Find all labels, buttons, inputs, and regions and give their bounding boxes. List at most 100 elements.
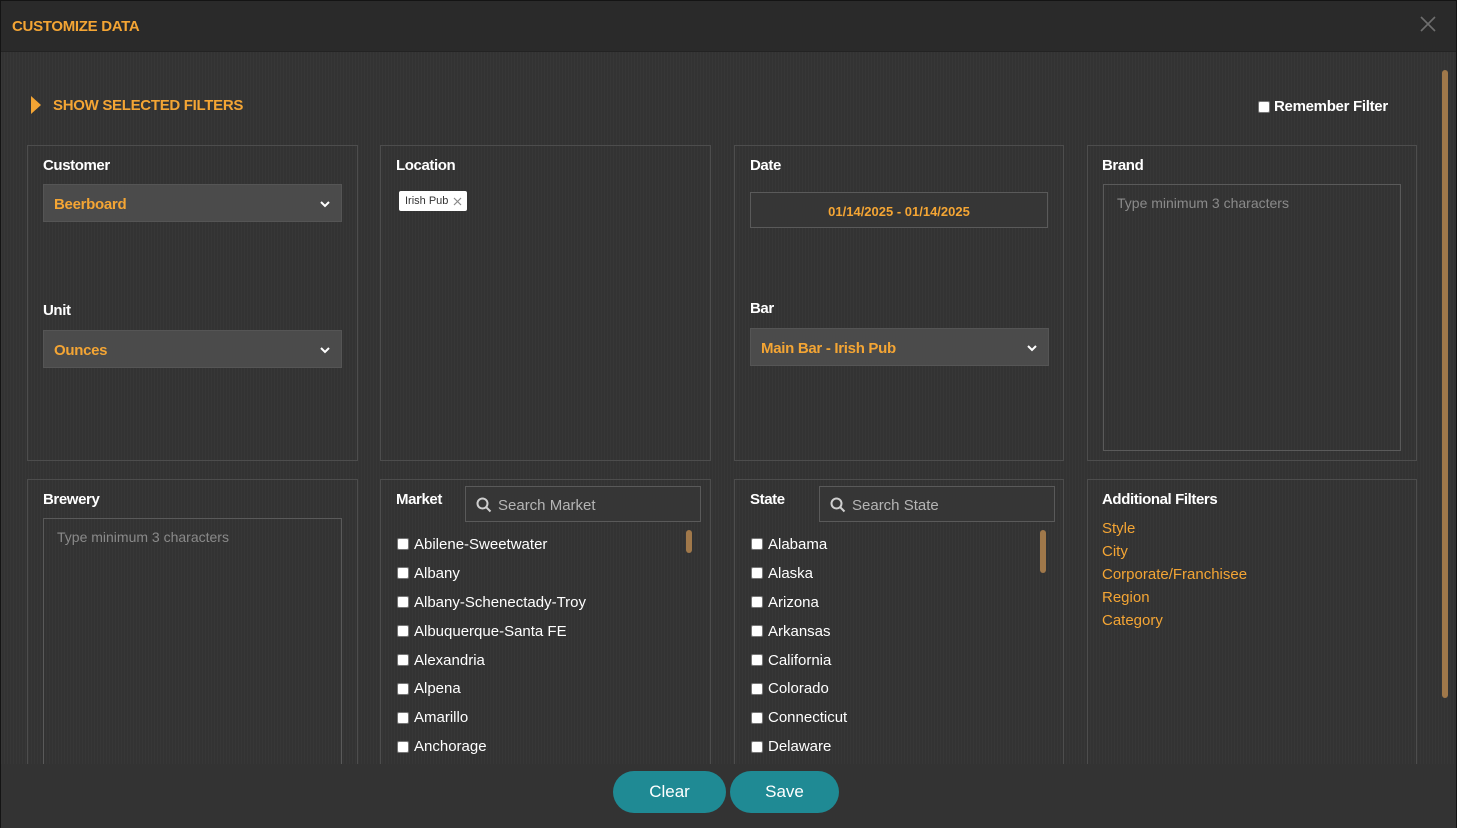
market-checkbox[interactable] xyxy=(397,567,409,580)
state-checkbox[interactable] xyxy=(751,625,763,638)
chevron-down-icon xyxy=(1027,345,1037,352)
list-item[interactable]: Albuquerque-Santa FE xyxy=(397,617,586,646)
list-item[interactable]: Arkansas xyxy=(751,617,847,646)
market-item-label: Alpena xyxy=(414,680,461,698)
remember-filter[interactable]: Remember Filter xyxy=(1258,98,1388,115)
unit-select[interactable]: Ounces xyxy=(43,330,342,368)
state-checkbox[interactable] xyxy=(751,538,763,551)
show-selected-filters-toggle[interactable]: SHOW SELECTED FILTERS xyxy=(31,96,243,114)
brand-title: Brand xyxy=(1102,157,1144,174)
date-bar-panel: Date 01/14/2025 - 01/14/2025 Bar Main Ba… xyxy=(734,145,1064,461)
brewery-panel: Brewery Type minimum 3 characters xyxy=(27,479,358,779)
modal-footer xyxy=(1,764,1456,828)
market-item-label: Amarillo xyxy=(414,709,469,727)
list-item[interactable]: Alabama xyxy=(751,530,847,559)
list-item[interactable]: Connecticut xyxy=(751,703,847,732)
list-item[interactable]: Alexandria xyxy=(397,646,586,675)
market-checkbox[interactable] xyxy=(397,596,409,609)
market-scrollbar[interactable] xyxy=(686,530,692,553)
state-checkbox[interactable] xyxy=(751,711,763,724)
market-list: Abilene-Sweetwater Albany Albany-Schenec… xyxy=(397,530,586,761)
remove-chip-icon[interactable] xyxy=(453,197,462,206)
caret-right-icon xyxy=(31,96,41,114)
state-item-label: Colorado xyxy=(768,680,829,698)
modal-header: CUSTOMIZE DATA xyxy=(1,1,1456,52)
market-title: Market xyxy=(396,491,442,508)
date-range-value: 01/14/2025 - 01/14/2025 xyxy=(828,204,970,219)
brand-input[interactable]: Type minimum 3 characters xyxy=(1103,184,1401,451)
market-item-label: Abilene-Sweetwater xyxy=(414,535,548,553)
additional-filters-panel: Additional Filters Style City Corporate/… xyxy=(1087,479,1417,779)
state-checkbox[interactable] xyxy=(751,596,763,609)
additional-filters-title: Additional Filters xyxy=(1102,491,1218,508)
state-item-label: Connecticut xyxy=(768,709,848,727)
market-item-label: Albany-Schenectady-Troy xyxy=(414,593,587,611)
list-item[interactable]: Amarillo xyxy=(397,703,586,732)
state-item-label: Arizona xyxy=(768,593,819,611)
state-search-placeholder: Search State xyxy=(852,497,939,514)
chevron-down-icon xyxy=(320,347,330,354)
list-item[interactable]: Colorado xyxy=(751,674,847,703)
list-item[interactable]: Albany-Schenectady-Troy xyxy=(397,588,586,617)
save-button[interactable]: Save xyxy=(730,771,839,813)
list-item[interactable]: Abilene-Sweetwater xyxy=(397,530,586,559)
bar-select[interactable]: Main Bar - Irish Pub xyxy=(750,328,1049,366)
market-checkbox[interactable] xyxy=(397,740,409,753)
close-icon[interactable] xyxy=(1418,14,1438,34)
market-item-label: Alexandria xyxy=(414,651,485,669)
customize-data-modal: CUSTOMIZE DATA SHOW SELECTED FILTERS Rem… xyxy=(0,0,1457,828)
list-item[interactable]: Alpena xyxy=(397,674,586,703)
filter-link-city[interactable]: City xyxy=(1102,543,1247,566)
state-title: State xyxy=(750,491,785,508)
state-item-label: Alabama xyxy=(768,535,828,553)
brand-panel: Brand Type minimum 3 characters xyxy=(1087,145,1417,461)
bar-title: Bar xyxy=(750,300,774,317)
clear-button[interactable]: Clear xyxy=(613,771,726,813)
modal-title: CUSTOMIZE DATA xyxy=(12,18,140,35)
list-item[interactable]: Alaska xyxy=(751,559,847,588)
remember-filter-checkbox[interactable] xyxy=(1258,100,1270,113)
brewery-title: Brewery xyxy=(43,491,100,508)
brewery-input[interactable]: Type minimum 3 characters xyxy=(43,518,342,778)
date-title: Date xyxy=(750,157,781,174)
search-icon xyxy=(830,497,846,513)
list-item[interactable]: Delaware xyxy=(751,732,847,761)
state-checkbox[interactable] xyxy=(751,654,763,666)
brewery-placeholder: Type minimum 3 characters xyxy=(57,529,229,545)
location-chip: Irish Pub xyxy=(399,191,468,211)
market-checkbox[interactable] xyxy=(397,625,409,638)
search-icon xyxy=(476,497,492,513)
state-search-input[interactable]: Search State xyxy=(819,486,1055,522)
list-item[interactable]: Albany xyxy=(397,559,586,588)
location-chip-label: Irish Pub xyxy=(405,195,449,207)
state-list: Alabama Alaska Arizona Arkansas Californ… xyxy=(751,530,847,761)
filter-link-style[interactable]: Style xyxy=(1102,520,1247,543)
filter-link-corporate-franchisee[interactable]: Corporate/Franchisee xyxy=(1102,566,1247,589)
location-title: Location xyxy=(396,157,456,174)
market-item-label: Anchorage xyxy=(414,738,487,756)
date-range-input[interactable]: 01/14/2025 - 01/14/2025 xyxy=(750,192,1048,228)
filter-link-category[interactable]: Category xyxy=(1102,612,1247,635)
market-item-label: Albuquerque-Santa FE xyxy=(414,622,567,640)
list-item[interactable]: Anchorage xyxy=(397,732,586,761)
location-panel: Location Irish Pub xyxy=(380,145,711,461)
market-checkbox[interactable] xyxy=(397,711,409,724)
customer-title: Customer xyxy=(43,157,110,174)
modal-scrollbar[interactable] xyxy=(1442,70,1448,698)
state-panel: State Search State Alabama Alaska Arizon… xyxy=(734,479,1064,779)
state-checkbox[interactable] xyxy=(751,567,763,580)
filter-link-region[interactable]: Region xyxy=(1102,589,1247,612)
state-checkbox[interactable] xyxy=(751,740,763,753)
market-search-input[interactable]: Search Market xyxy=(465,486,701,522)
state-checkbox[interactable] xyxy=(751,682,763,695)
market-checkbox[interactable] xyxy=(397,654,409,666)
customer-select[interactable]: Beerboard xyxy=(43,184,342,222)
list-item[interactable]: California xyxy=(751,646,847,675)
list-item[interactable]: Arizona xyxy=(751,588,847,617)
market-panel: Market Search Market Abilene-Sweetwater … xyxy=(380,479,711,779)
state-item-label: Arkansas xyxy=(768,622,831,640)
market-checkbox[interactable] xyxy=(397,538,409,551)
market-search-placeholder: Search Market xyxy=(498,497,596,514)
market-checkbox[interactable] xyxy=(397,682,409,695)
state-scrollbar[interactable] xyxy=(1040,530,1046,573)
